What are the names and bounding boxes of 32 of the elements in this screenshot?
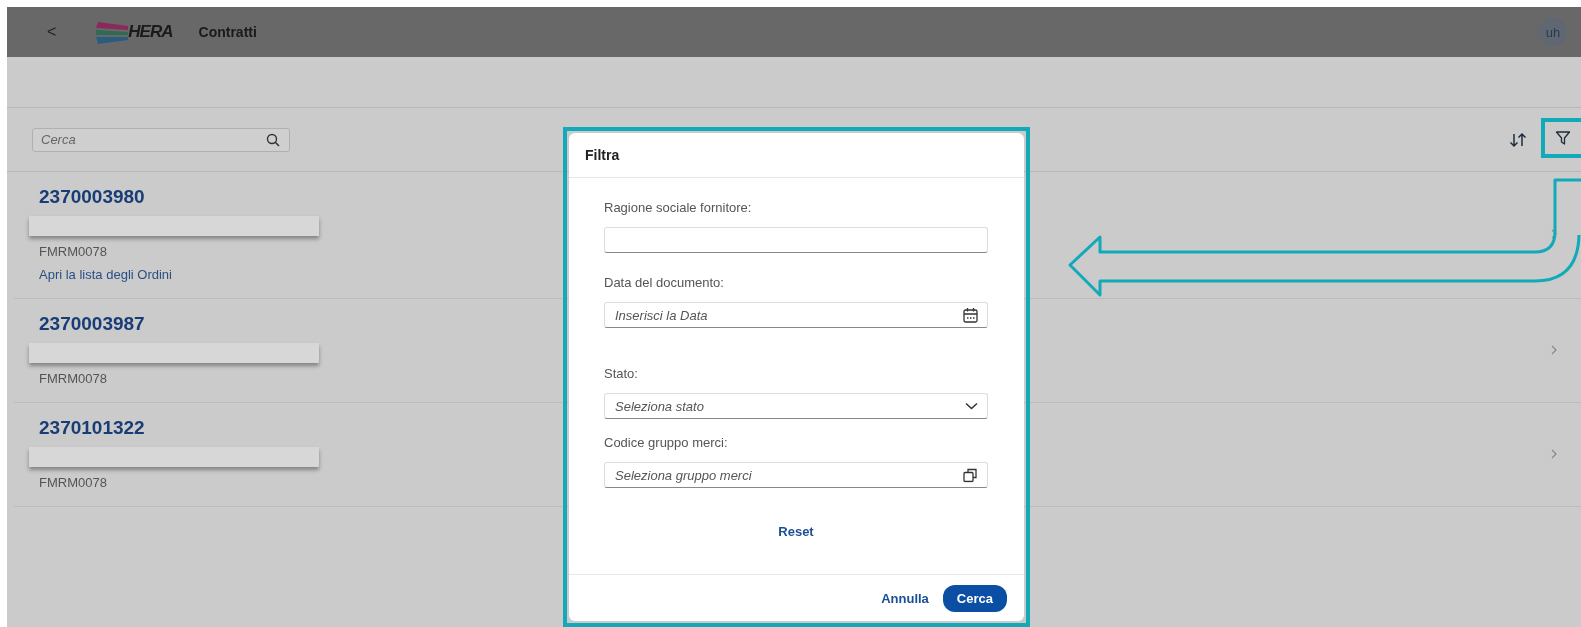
supplier-code: FMRM0078 <box>39 244 107 259</box>
field-label: Codice gruppo merci: <box>604 435 729 450</box>
contract-number: 2370003987 <box>39 313 145 335</box>
contract-number: 2370003980 <box>39 186 145 208</box>
sort-icon[interactable] <box>1509 131 1527 148</box>
page-title: Contratti <box>198 24 257 40</box>
dialog-title: Filtra <box>585 147 620 163</box>
value-help-icon[interactable] <box>963 467 978 483</box>
input-field[interactable]: Inserisci la Data <box>604 302 988 328</box>
filter-icon[interactable] <box>1555 129 1571 146</box>
logo-stripes-icon <box>94 20 129 44</box>
logo-text: HERA <box>128 22 173 42</box>
chevron-right-icon <box>1551 344 1557 355</box>
chevron-right-icon <box>1551 229 1557 239</box>
input-field[interactable]: Seleziona gruppo merci <box>604 462 988 488</box>
field-label: Data del documento: <box>604 275 725 290</box>
calendar-icon[interactable] <box>963 307 978 323</box>
contract-number: 2370101322 <box>39 417 145 439</box>
field-label: Stato: <box>604 366 639 381</box>
cancel-button[interactable]: Annulla <box>875 584 935 612</box>
chevron-right-icon <box>1551 448 1557 459</box>
input-field[interactable]: Seleziona stato <box>604 393 988 419</box>
field-label: Ragione sociale fornitore: <box>604 200 753 215</box>
supplier-code: FMRM0078 <box>39 475 107 490</box>
input-field[interactable] <box>604 227 988 253</box>
search-button[interactable]: Cerca <box>942 584 1007 612</box>
search-field[interactable]: Cerca <box>32 127 290 152</box>
chevron-down-icon[interactable] <box>965 402 978 410</box>
supplier-code: FMRM0078 <box>39 371 107 386</box>
reset-button[interactable]: Reset <box>770 520 822 543</box>
search-icon <box>266 132 280 147</box>
orders-link[interactable]: Apri la lista degli Ordini <box>39 267 172 282</box>
